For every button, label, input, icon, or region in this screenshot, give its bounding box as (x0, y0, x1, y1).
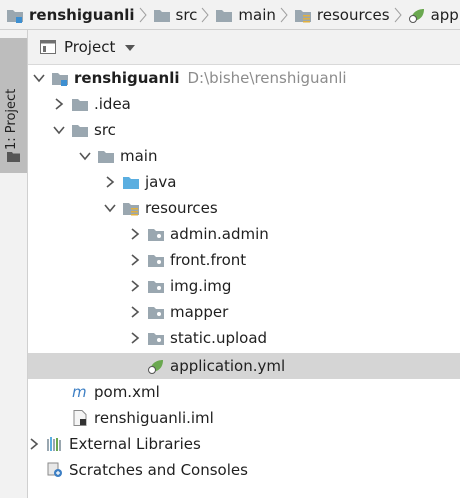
expand-down-icon[interactable] (33, 72, 45, 84)
source-folder-icon (122, 174, 140, 190)
tool-window-strip: 1: Project (0, 30, 28, 498)
tree-node-label: .idea (94, 95, 131, 113)
tree-node-admin[interactable]: admin.admin (28, 221, 460, 247)
project-path: D:\bishe\renshiguanli (187, 69, 347, 87)
chevron-right-icon (139, 0, 147, 29)
breadcrumb-item-main[interactable]: main (209, 0, 276, 29)
tree-node-label: front.front (170, 251, 247, 269)
project-tool-tab-label: 1: Project (4, 88, 19, 150)
folder-icon (71, 96, 89, 112)
tree-node-src[interactable]: src (28, 117, 460, 143)
scratches-icon (46, 462, 64, 478)
project-folder-icon (7, 9, 23, 23)
tree-node-label: src (94, 121, 116, 139)
tree-node-pom[interactable]: m pom.xml (28, 379, 460, 405)
libraries-icon (46, 436, 64, 452)
breadcrumb-item-project[interactable]: renshiguanli (0, 0, 135, 29)
tree-node-java[interactable]: java (28, 169, 460, 195)
maven-icon: m (71, 384, 89, 400)
package-folder-icon (147, 330, 165, 346)
chevron-right-icon (280, 0, 288, 29)
folder-icon (216, 9, 233, 22)
tree-node-external-libraries[interactable]: External Libraries (28, 431, 460, 457)
expand-right-icon[interactable] (129, 228, 141, 240)
package-folder-icon (147, 226, 165, 242)
breadcrumb-label: renshiguanli (29, 5, 135, 24)
expand-right-icon[interactable] (129, 332, 141, 344)
folder-icon (7, 152, 20, 162)
expand-right-icon[interactable] (129, 254, 141, 266)
chevron-down-icon (125, 44, 136, 51)
tree-node-label: mapper (170, 303, 229, 321)
package-folder-icon (147, 304, 165, 320)
resources-folder-icon (122, 200, 140, 216)
folder-icon (71, 122, 89, 138)
spring-leaf-icon (147, 358, 165, 374)
breadcrumb-item-resources[interactable]: resources (288, 0, 390, 29)
tree-node-iml[interactable]: renshiguanli.iml (28, 405, 460, 431)
tree-node-scratches[interactable]: Scratches and Consoles (28, 457, 460, 483)
breadcrumb-item-src[interactable]: src (147, 0, 198, 29)
project-tool-tab[interactable]: 1: Project (0, 38, 27, 173)
expand-right-icon[interactable] (28, 438, 40, 450)
tree-node-label: renshiguanli.iml (94, 409, 214, 427)
project-panel-header: Project (28, 30, 460, 65)
expand-down-icon[interactable] (79, 150, 91, 162)
tree-node-application-yml[interactable]: application.yml (28, 353, 460, 379)
tree-node-label: main (120, 147, 158, 165)
tree-node-label: admin.admin (170, 225, 269, 243)
tree-node-label: External Libraries (69, 435, 201, 453)
chevron-right-icon (201, 0, 210, 29)
svg-text:m: m (72, 384, 87, 400)
breadcrumb: renshiguanli src main resources app (0, 0, 460, 30)
tree-node-static[interactable]: static.upload (28, 325, 460, 351)
expand-down-icon[interactable] (53, 124, 65, 136)
tree-node-resources[interactable]: resources (28, 195, 460, 221)
tree-node-label: resources (145, 199, 218, 217)
expand-right-icon[interactable] (129, 306, 141, 318)
breadcrumb-label: applica (430, 5, 460, 24)
expand-right-icon[interactable] (104, 176, 116, 188)
tree-node-label: application.yml (170, 357, 286, 375)
tree-node-label: java (145, 173, 177, 191)
expand-down-icon[interactable] (104, 202, 116, 214)
tree-node-img[interactable]: img.img (28, 273, 460, 299)
breadcrumb-label: main (238, 5, 276, 24)
package-folder-icon (147, 252, 165, 268)
package-folder-icon (147, 278, 165, 294)
expand-right-icon[interactable] (53, 98, 65, 110)
project-module-icon (51, 70, 69, 86)
expand-right-icon[interactable] (129, 280, 141, 292)
project-view-icon (40, 40, 56, 54)
tree-node-idea[interactable]: .idea (28, 91, 460, 117)
tree-node-main[interactable]: main (28, 143, 460, 169)
view-mode-dropdown[interactable] (125, 41, 136, 54)
tree-node-label: pom.xml (94, 383, 160, 401)
breadcrumb-label: resources (316, 5, 390, 24)
folder-icon (153, 9, 170, 22)
tree-node-root[interactable]: renshiguanli D:\bishe\renshiguanli (28, 65, 460, 91)
tree-node-label: renshiguanli (74, 69, 180, 87)
module-file-icon (71, 410, 89, 426)
spring-leaf-icon (408, 8, 424, 23)
tree-node-front[interactable]: front.front (28, 247, 460, 273)
tree-node-label: static.upload (170, 329, 268, 347)
tree-node-label: img.img (170, 277, 232, 295)
panel-title: Project (64, 38, 116, 56)
tree-node-label: Scratches and Consoles (69, 461, 248, 479)
breadcrumb-label: src (175, 5, 198, 24)
folder-icon (97, 148, 115, 164)
breadcrumb-item-application[interactable]: applica (402, 0, 460, 29)
tree-node-mapper[interactable]: mapper (28, 299, 460, 325)
resources-folder-icon (294, 9, 311, 22)
chevron-right-icon (394, 0, 402, 29)
